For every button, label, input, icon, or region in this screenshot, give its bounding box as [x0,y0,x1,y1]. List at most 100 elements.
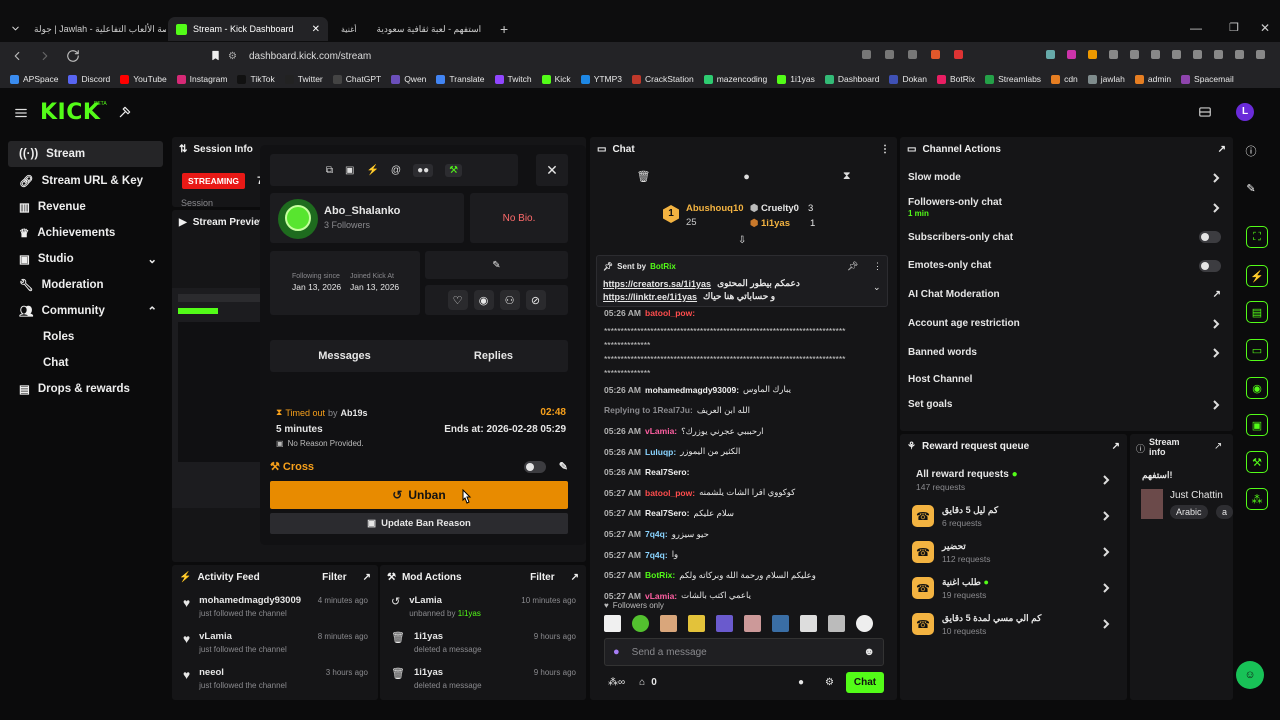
emote-icon[interactable] [772,615,789,632]
bookmark-item[interactable]: BotRix [937,74,975,84]
bookmark-item[interactable]: admin [1134,74,1171,84]
screenshot-icon[interactable]: ▣ [345,165,354,176]
extensions-puzzle-icon[interactable] [1130,50,1139,59]
pinned-link[interactable]: https://creators.sa/1i1yas [603,279,711,289]
wallet-icon[interactable] [1214,50,1223,59]
channel-action-row[interactable]: Emotes-only chat [900,251,1233,280]
new-tab-icon[interactable]: + [500,21,508,37]
bookmark-item[interactable]: Discord [68,74,110,84]
kick-logo[interactable]: KICK [40,100,100,125]
bookmark-item[interactable]: Kick [541,74,571,84]
activity-user[interactable]: neeol [199,667,224,678]
mod-action-user[interactable]: vLamia [409,595,442,606]
bookmark-item[interactable]: cdn [1051,74,1078,84]
edit-note-button[interactable]: ✎ [425,251,568,279]
hourglass-icon[interactable]: ⧗ [843,170,851,183]
emote-icon[interactable] [632,615,649,632]
bookmark-icon[interactable] [210,50,221,61]
reload-icon[interactable] [66,49,80,63]
popout-icon[interactable]: ↗ [571,572,579,583]
expand-icon[interactable]: ⇩ [738,235,746,246]
bookmark-item[interactable]: Streamlabs [985,74,1041,84]
mod-action-user[interactable]: 1i1yas [414,631,443,642]
bookmark-item[interactable]: Instagram [176,74,227,84]
pencil-icon[interactable]: ✎ [559,460,568,473]
tab-search-icon[interactable] [10,23,21,34]
rail-button[interactable]: ▤ [1246,301,1268,323]
leader-name[interactable]: 1i1yas [761,218,790,229]
bookmark-item[interactable]: Twitch [494,74,532,84]
timeout-moderator[interactable]: Ab19s [341,408,368,418]
pencil-icon[interactable]: ✎ [1241,179,1261,199]
reward-row[interactable]: ☎ تحضير 112 requests [900,534,1127,570]
bookmark-item[interactable]: YouTube [120,74,167,84]
close-card-button[interactable]: ✕ [536,154,568,186]
chat-message[interactable]: 05:26 AM Luluqp: الكثير من اليموزر [590,441,897,462]
filter-button[interactable]: Filter [530,572,554,583]
emote-icon[interactable] [800,615,817,632]
lightning-icon[interactable]: ⚡ [366,165,378,176]
activity-user[interactable]: vLamia [199,631,232,642]
emote-icon[interactable] [744,615,761,632]
chat-message[interactable]: 05:26 AM vLamia: ارحبببي عجرني يوزرك؟ [590,421,897,442]
info-icon[interactable]: ⓘ [1241,142,1261,162]
message-user[interactable]: Luluqp: [645,447,676,457]
message-user[interactable]: BotRix: [645,570,675,580]
pinned-link[interactable]: https://linktr.ee/1i1yas [603,292,697,302]
bookmark-item[interactable]: Translate [436,74,485,84]
vpn-icon[interactable] [1235,50,1244,59]
add-user-icon[interactable]: ⚇ [499,290,520,310]
rail-button[interactable]: ⚒ [1246,451,1268,473]
hammer-icon[interactable] [118,105,132,119]
bookmark-item[interactable]: ChatGPT [332,74,381,84]
chat-message[interactable]: 05:26 AM Real7Sero: [590,462,897,483]
rail-button[interactable]: ▣ [1246,414,1268,436]
category-thumbnail[interactable] [1141,489,1163,519]
mention-icon[interactable]: @ [391,165,401,176]
chevron-down-icon[interactable]: ⌄ [873,282,881,293]
activity-user[interactable]: mohamedmagdy93009 [199,595,301,606]
sidebar-item-studio[interactable]: ▣ Studio ⌄ [8,246,163,272]
popout-icon[interactable]: ↗ [1218,144,1226,155]
brave-shield-icon[interactable] [931,50,940,59]
menu-icon[interactable] [1256,50,1265,59]
eye-icon[interactable]: ◉ [473,290,494,310]
leader-name[interactable]: Abushouq10 [686,203,744,214]
tag-chip[interactable]: Arabic [1170,505,1208,519]
mod-action-user[interactable]: 1i1yas [414,667,443,678]
reward-row[interactable]: ☎ كم ليل 5 دقايق 6 requests [900,498,1127,534]
sidebar-item-stream-url-key[interactable]: 🔗︎ Stream URL & Key [8,168,163,194]
popout-icon[interactable]: ↗ [1214,441,1222,452]
avatar[interactable]: L [1236,103,1254,121]
update-ban-reason-button[interactable]: ▣ Update Ban Reason [270,513,568,534]
sidebar-item-revenue[interactable]: ▥ Revenue [8,194,163,220]
cross-toggle[interactable] [523,460,546,473]
chat-message[interactable]: 05:27 AM 7q4q: وا [590,544,897,565]
chat-message[interactable]: ****************************************… [590,324,897,338]
rail-button[interactable]: ▭ [1246,339,1268,361]
maximize-icon[interactable]: ❐ [1229,21,1239,34]
filter-button[interactable]: Filter [322,572,346,583]
more-options-icon[interactable]: ⋮ [873,261,882,272]
reward-row[interactable]: ☎ طلب اغنية ● 19 requests [900,570,1127,606]
bookmark-item[interactable]: Dokan [889,74,927,84]
rail-button[interactable]: ◉ [1246,377,1268,399]
chat-message[interactable]: ****************************************… [590,352,897,366]
channel-action-row[interactable]: Banned words [900,338,1233,367]
back-icon[interactable] [10,49,24,63]
channel-action-row[interactable]: Followers-only chat 1 min [900,192,1233,223]
message-user[interactable]: vLamia: [645,426,677,436]
emoji-icon[interactable]: ☻ [863,646,875,658]
toggle-switch[interactable] [1199,259,1221,272]
emote-icon[interactable] [660,615,677,632]
music-icon[interactable] [1172,50,1181,59]
mod-action-by[interactable]: 1i1yas [458,609,481,618]
channel-action-row[interactable]: Subscribers-only chat [900,223,1233,251]
settings-gear-icon[interactable]: ⚙ [825,677,834,688]
edit-icon[interactable] [908,50,917,59]
message-user[interactable]: mohamedmagdy93009: [645,385,739,395]
message-user[interactable]: batool_pow: [645,308,695,318]
bot-name[interactable]: BotRix [650,262,676,271]
sidebar-item-moderation[interactable]: 🔧︎ Moderation [8,272,163,298]
emote-icon[interactable] [604,615,621,632]
